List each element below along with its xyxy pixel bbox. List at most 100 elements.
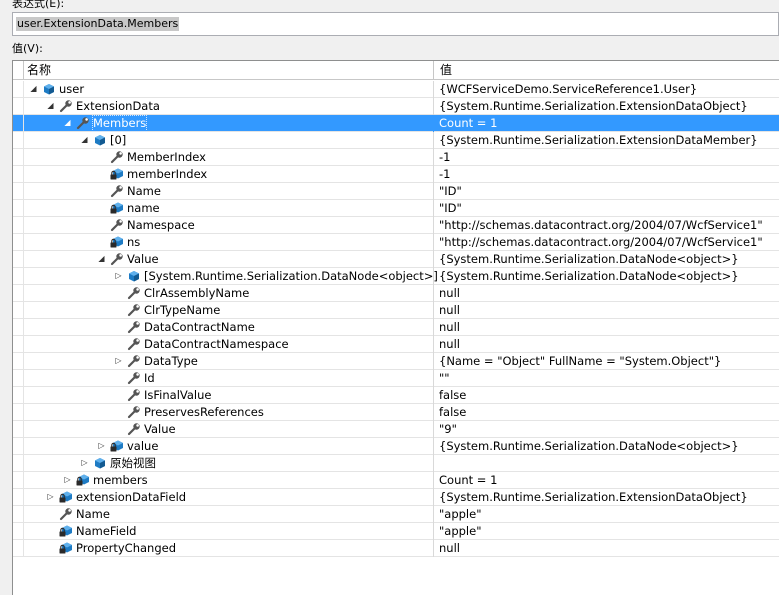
row-value[interactable]: null — [439, 286, 460, 301]
row-value[interactable]: "apple" — [439, 507, 482, 522]
row-value[interactable]: "ID" — [439, 184, 462, 199]
tree-row[interactable]: ◢ user {WCFServiceDemo.ServiceReference1.U… — [13, 81, 779, 98]
row-gutter — [13, 115, 24, 132]
column-divider — [433, 353, 434, 370]
row-value[interactable]: {Name = "Object" FullName = "System.Obje… — [439, 354, 721, 369]
expand-arrow-icon[interactable]: ▷ — [114, 271, 123, 281]
collapse-arrow-icon[interactable]: ◢ — [97, 254, 106, 264]
tree-row[interactable]: NameField "apple" — [13, 523, 779, 540]
row-value[interactable]: false — [439, 388, 466, 403]
row-name: extensionDataField — [76, 490, 187, 504]
tree-row[interactable]: PropertyChanged null — [13, 540, 779, 557]
row-value[interactable]: {WCFServiceDemo.ServiceReference1.User} — [439, 82, 697, 97]
row-value[interactable]: false — [439, 405, 466, 420]
expand-arrow-icon[interactable]: ▷ — [63, 475, 72, 485]
expand-arrow-icon[interactable]: ▷ — [46, 492, 55, 502]
tree-row[interactable]: ◢ Members Count = 1 — [13, 115, 779, 132]
column-divider — [433, 251, 434, 268]
tree-row[interactable]: ns "http://schemas.datacontract.org/2004/… — [13, 234, 779, 251]
row-value[interactable]: "http://schemas.datacontract.org/2004/07… — [439, 218, 763, 233]
row-value[interactable]: "ID" — [439, 201, 462, 216]
row-value[interactable]: {System.Runtime.Serialization.ExtensionD… — [439, 133, 758, 148]
row-value[interactable]: {System.Runtime.Serialization.DataNode<o… — [439, 252, 739, 267]
row-gutter — [13, 234, 24, 251]
private-field-icon — [59, 491, 73, 504]
collapse-arrow-icon[interactable]: ◢ — [63, 118, 72, 128]
tree-row[interactable]: ▷ extensionDataField {System.Runtime.Seria… — [13, 489, 779, 506]
column-splitter[interactable] — [433, 61, 434, 80]
column-divider — [433, 472, 434, 489]
tree-row[interactable]: ▷ members Count = 1 — [13, 472, 779, 489]
row-value[interactable]: -1 — [439, 150, 450, 165]
column-divider — [433, 455, 434, 472]
column-header-name[interactable]: 名称 — [27, 61, 51, 80]
collapse-arrow-icon[interactable]: ◢ — [29, 84, 38, 94]
expand-arrow-icon[interactable]: ▷ — [97, 441, 106, 451]
tree-row[interactable]: ▷ 原始视图 — [13, 455, 779, 472]
row-name: DataContractName — [144, 320, 255, 334]
row-value[interactable]: {System.Runtime.Serialization.ExtensionD… — [439, 490, 748, 505]
tree-row[interactable]: Namespace "http://schemas.datacontract.or… — [13, 217, 779, 234]
tree-row[interactable]: DataContractNamespace null — [13, 336, 779, 353]
tree-row[interactable]: IsFinalValue false — [13, 387, 779, 404]
expand-arrow-icon[interactable]: ▷ — [80, 458, 89, 468]
column-divider — [433, 132, 434, 149]
row-value[interactable]: "http://schemas.datacontract.org/2004/07… — [439, 235, 763, 250]
tree-row[interactable]: ClrTypeName null — [13, 302, 779, 319]
tree-row[interactable]: ◢ Value {System.Runtime.Serialization.Data… — [13, 251, 779, 268]
row-value[interactable]: {System.Runtime.Serialization.DataNode<o… — [439, 439, 739, 454]
tree-row[interactable]: ▷ value {System.Runtime.Serialization.Data… — [13, 438, 779, 455]
row-gutter — [13, 200, 24, 217]
tree-row[interactable]: DataContractName null — [13, 319, 779, 336]
tree-row[interactable]: ▷ [System.Runtime.Serialization.DataNode<… — [13, 268, 779, 285]
row-value[interactable]: {System.Runtime.Serialization.ExtensionD… — [439, 99, 748, 114]
tree-row[interactable]: Name "apple" — [13, 506, 779, 523]
column-header-value[interactable]: 值 — [440, 61, 452, 80]
row-value[interactable]: -1 — [439, 167, 450, 182]
row-value[interactable]: Count = 1 — [439, 473, 497, 488]
property-icon — [127, 406, 141, 419]
row-gutter — [13, 81, 24, 98]
tree-row[interactable]: ▷ DataType {Name = "Object" FullName = "Sy… — [13, 353, 779, 370]
private-field-icon — [110, 440, 124, 453]
tree-row[interactable]: memberIndex -1 — [13, 166, 779, 183]
tree-row[interactable]: ◢ [0] {System.Runtime.Serialization.Extens… — [13, 132, 779, 149]
tree-row[interactable]: name "ID" — [13, 200, 779, 217]
row-name: MemberIndex — [127, 150, 206, 164]
value-label: 值(V): — [12, 42, 43, 55]
row-value[interactable]: "9" — [439, 422, 457, 437]
tree-row[interactable]: ◢ ExtensionData {System.Runtime.Serializat… — [13, 98, 779, 115]
row-value[interactable]: Count = 1 — [439, 116, 497, 131]
row-value[interactable]: null — [439, 541, 460, 556]
row-name: Name — [76, 507, 110, 521]
row-value[interactable]: "" — [439, 371, 450, 386]
watch-value-grid[interactable]: 名称 值 ◢ user {WCFServiceDemo.ServiceReferen… — [12, 60, 779, 595]
row-value[interactable]: null — [439, 303, 460, 318]
property-icon — [127, 372, 141, 385]
column-divider — [433, 115, 434, 132]
row-value[interactable]: null — [439, 320, 460, 335]
expand-arrow-icon[interactable]: ▷ — [114, 356, 123, 366]
row-value[interactable]: {System.Runtime.Serialization.DataNode<o… — [439, 269, 739, 284]
tree-row[interactable]: Name "ID" — [13, 183, 779, 200]
grid-header: 名称 值 — [13, 61, 779, 80]
tree-row[interactable]: PreservesReferences false — [13, 404, 779, 421]
tree-row[interactable]: MemberIndex -1 — [13, 149, 779, 166]
collapse-arrow-icon[interactable]: ◢ — [80, 135, 89, 145]
column-divider — [433, 217, 434, 234]
row-gutter — [13, 285, 24, 302]
grid-rows: ◢ user {WCFServiceDemo.ServiceReference1.U… — [13, 81, 779, 557]
property-icon — [127, 287, 141, 300]
row-name: DataType — [144, 354, 198, 368]
row-gutter — [13, 132, 24, 149]
row-value[interactable]: null — [439, 337, 460, 352]
collapse-arrow-icon[interactable]: ◢ — [46, 101, 55, 111]
tree-row[interactable]: Id "" — [13, 370, 779, 387]
row-value[interactable]: "apple" — [439, 524, 482, 539]
property-icon — [127, 389, 141, 402]
tree-row[interactable]: Value "9" — [13, 421, 779, 438]
expression-input[interactable]: user.ExtensionData.Members — [12, 12, 779, 36]
column-divider — [433, 200, 434, 217]
tree-row[interactable]: ClrAssemblyName null — [13, 285, 779, 302]
row-gutter — [13, 370, 24, 387]
